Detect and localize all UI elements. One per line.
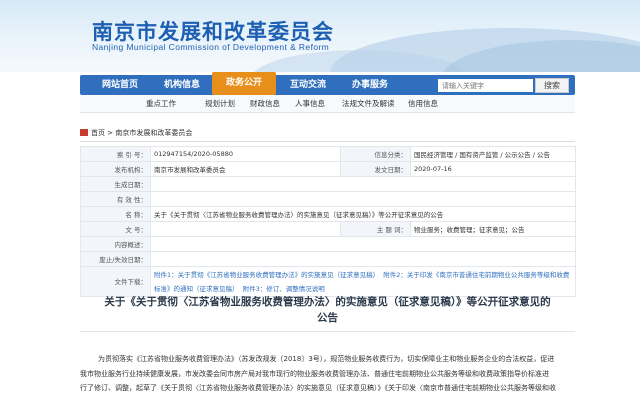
breadcrumb-home[interactable]: 首页 — [91, 129, 105, 137]
info-value: 012947154/2020-05880 — [150, 146, 341, 162]
info-label: 发文日期： — [340, 161, 411, 177]
info-value — [150, 221, 341, 237]
table-row: 名 称： 关于《关于贯彻〈江苏省物业服务收费管理办法〉的实施意见（征求意见稿）》… — [80, 206, 576, 222]
search-button[interactable]: 搜索 — [535, 78, 569, 93]
nav-item-org-info[interactable]: 机构信息 — [150, 75, 214, 95]
table-row: 内容概述： — [80, 236, 576, 252]
info-label: 有 效 性： — [80, 191, 151, 207]
info-label: 发布机构： — [80, 161, 151, 177]
nav-item-services[interactable]: 办事服务 — [338, 75, 402, 95]
breadcrumb-separator: > — [107, 129, 114, 137]
article-title: 关于《关于贯彻〈江苏省物业服务收费管理办法〉的实施意见（征求意见稿）》等公开征求… — [104, 296, 551, 308]
info-label: 名 称： — [80, 206, 151, 222]
subnav-item-plans[interactable]: 规划计划 — [205, 95, 235, 113]
search-input[interactable] — [438, 79, 533, 92]
article-title-cont: 公告 — [317, 312, 338, 324]
info-value: 物业服务；收费管理；征求意见；公告 — [410, 221, 576, 237]
subnav-item-key-work[interactable]: 重点工作 — [146, 95, 176, 113]
attachment-link-3[interactable]: 附件3：修订、调整情况说明 — [243, 285, 325, 293]
subnav-item-regulations[interactable]: 法规文件及解读 — [342, 95, 395, 113]
divider — [80, 141, 575, 142]
breadcrumb: 首页 > 南京市发展和改革委员会 — [80, 128, 192, 138]
attachment-link-1[interactable]: 附件1：关于贯彻《江苏省物业服务收费管理办法》的实施意见（征求意见稿） — [154, 271, 379, 279]
info-value: 2020-07-16 — [410, 161, 576, 177]
subnav-item-personnel[interactable]: 人事信息 — [295, 95, 325, 113]
attachments-cell: 附件1：关于贯彻《江苏省物业服务收费管理办法》的实施意见（征求意见稿） 附件2：… — [150, 266, 576, 297]
document-info-table: 索 引 号： 012947154/2020-05880 信息分类： 国民经济管理… — [80, 146, 576, 297]
article-body: 为贯彻落实《江苏省物业服务收费管理办法》（苏发改规发〔2018〕3号），规范物业… — [80, 352, 575, 396]
info-value: 关于《关于贯彻〈江苏省物业服务收费管理办法〉的实施意见（征求意见稿）》等公开征求… — [150, 206, 576, 222]
site-subtitle: Nanjing Municipal Commission of Developm… — [92, 42, 330, 52]
article-paragraph-line: 行了修订、调整，起草了《关于贯彻〈江苏省物业服务收费管理办法〉的实施意见（征求意… — [80, 384, 556, 392]
info-label: 文 号： — [80, 221, 151, 237]
subnav-item-credit[interactable]: 信用信息 — [408, 95, 438, 113]
nav-item-gov-affairs[interactable]: 政务公开 — [212, 72, 276, 95]
info-value: 国民经济管理 / 国有资产监管 / 公示公告 / 公告 — [410, 146, 576, 162]
info-label: 索 引 号： — [80, 146, 151, 162]
nav-item-home[interactable]: 网站首页 — [88, 75, 152, 95]
home-icon — [80, 129, 88, 136]
page: 南京市发展和改革委员会 Nanjing Municipal Commission… — [0, 0, 640, 410]
table-row: 生成日期： — [80, 176, 576, 192]
info-label: 生成日期： — [80, 176, 151, 192]
breadcrumb-current[interactable]: 南京市发展和改革委员会 — [115, 129, 192, 137]
article-paragraph-line: 为贯彻落实《江苏省物业服务收费管理办法》（苏发改规发〔2018〕3号），规范物业… — [98, 355, 555, 363]
info-label: 内容概述： — [80, 236, 151, 252]
table-row: 文 号： 主 题 词： 物业服务；收费管理；征求意见；公告 — [80, 221, 576, 237]
info-value: 南京市发展和改革委员会 — [150, 161, 341, 177]
info-value — [150, 176, 576, 192]
info-value — [150, 236, 576, 252]
info-label: 主 题 词： — [340, 221, 411, 237]
table-row: 废止/失效日期： — [80, 251, 576, 267]
info-value — [150, 191, 576, 207]
divider — [80, 331, 575, 332]
table-row: 有 效 性： — [80, 191, 576, 207]
info-value — [150, 251, 576, 267]
table-row: 发布机构： 南京市发展和改革委员会 发文日期： 2020-07-16 — [80, 161, 576, 177]
info-label: 信息分类： — [340, 146, 411, 162]
info-label: 文件下载： — [80, 266, 151, 297]
site-banner: 南京市发展和改革委员会 Nanjing Municipal Commission… — [0, 0, 640, 72]
subnav-item-finance[interactable]: 财政信息 — [250, 95, 280, 113]
info-label: 废止/失效日期： — [80, 251, 151, 267]
article-paragraph-line: 我市物业服务行业持续健康发展，市发改委会同市房产局对我市现行的物业服务收费管理办… — [80, 369, 549, 378]
table-row: 文件下载： 附件1：关于贯彻《江苏省物业服务收费管理办法》的实施意见（征求意见稿… — [80, 266, 576, 297]
table-row: 索 引 号： 012947154/2020-05880 信息分类： 国民经济管理… — [80, 146, 576, 162]
sub-nav: 重点工作 规划计划 财政信息 人事信息 法规文件及解读 信用信息 — [80, 95, 575, 113]
nav-item-interaction[interactable]: 互动交流 — [276, 75, 340, 95]
